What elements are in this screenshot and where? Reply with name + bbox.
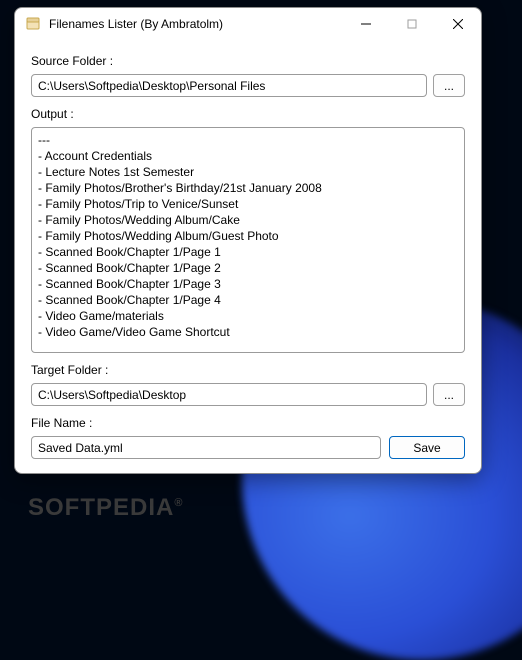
file-name-row: Save [31,436,465,459]
target-folder-input[interactable] [31,383,427,406]
save-button[interactable]: Save [389,436,465,459]
source-folder-label: Source Folder : [31,54,465,68]
file-name-label: File Name : [31,416,465,430]
maximize-button[interactable] [389,8,435,40]
target-folder-row: ... [31,383,465,406]
softpedia-watermark: SOFTPEDIA® [28,494,183,522]
close-button[interactable] [435,8,481,40]
app-window: Filenames Lister (By Ambratolm) Source F… [14,7,482,474]
minimize-button[interactable] [343,8,389,40]
target-browse-button[interactable]: ... [433,383,465,406]
target-folder-label: Target Folder : [31,363,465,377]
output-textarea[interactable]: --- - Account Credentials - Lecture Note… [31,127,465,353]
titlebar[interactable]: Filenames Lister (By Ambratolm) [15,8,481,40]
app-icon [25,16,41,32]
source-browse-button[interactable]: ... [433,74,465,97]
source-folder-input[interactable] [31,74,427,97]
window-title: Filenames Lister (By Ambratolm) [49,17,343,31]
output-label: Output : [31,107,465,121]
window-body: Source Folder : ... Output : --- - Accou… [15,40,481,473]
file-name-input[interactable] [31,436,381,459]
source-folder-row: ... [31,74,465,97]
window-controls [343,8,481,40]
